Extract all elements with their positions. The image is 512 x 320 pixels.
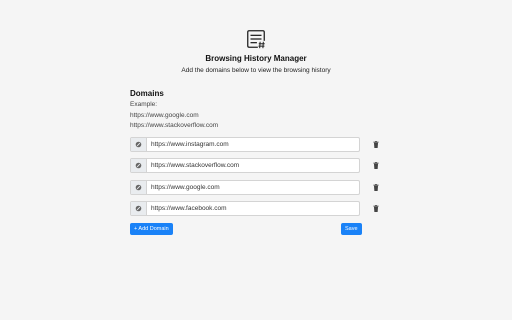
link-icon	[131, 159, 147, 172]
domain-input-group	[130, 179, 360, 195]
trash-icon[interactable]	[372, 205, 379, 213]
example-label: Example:	[130, 101, 158, 108]
example-url: https://www.google.com	[130, 111, 199, 119]
example-url: https://www.stackoverflow.com	[130, 122, 219, 129]
trash-icon[interactable]	[372, 162, 379, 170]
trash-icon[interactable]	[372, 183, 379, 191]
domain-list	[130, 136, 382, 216]
page-header: Browsing History Manager Add the domains…	[0, 28, 512, 74]
page-subtitle: Add the domains below to view the browsi…	[181, 67, 331, 74]
domain-input-group	[130, 136, 360, 152]
domain-row	[130, 179, 382, 195]
add-domain-button[interactable]: + Add Domain	[130, 222, 173, 235]
save-button[interactable]: Save	[341, 222, 362, 235]
page-title: Browsing History Manager	[205, 54, 307, 63]
link-icon	[131, 202, 147, 215]
link-icon	[131, 137, 147, 151]
domain-input-group	[130, 158, 360, 173]
domain-input[interactable]	[147, 202, 359, 215]
link-icon	[131, 180, 147, 194]
domain-input[interactable]	[147, 137, 359, 151]
trash-icon[interactable]	[372, 140, 379, 148]
domain-input-group	[130, 201, 360, 216]
domain-input[interactable]	[147, 159, 359, 172]
form-actions: + Add Domain Save	[130, 222, 382, 235]
domain-row	[130, 136, 382, 152]
domains-section: Domains Example: https://www.google.com …	[130, 88, 382, 235]
domain-row	[130, 201, 382, 216]
domain-row	[130, 158, 382, 173]
list-hash-icon	[247, 30, 267, 50]
domains-heading: Domains	[130, 89, 164, 98]
domain-input[interactable]	[147, 180, 359, 194]
